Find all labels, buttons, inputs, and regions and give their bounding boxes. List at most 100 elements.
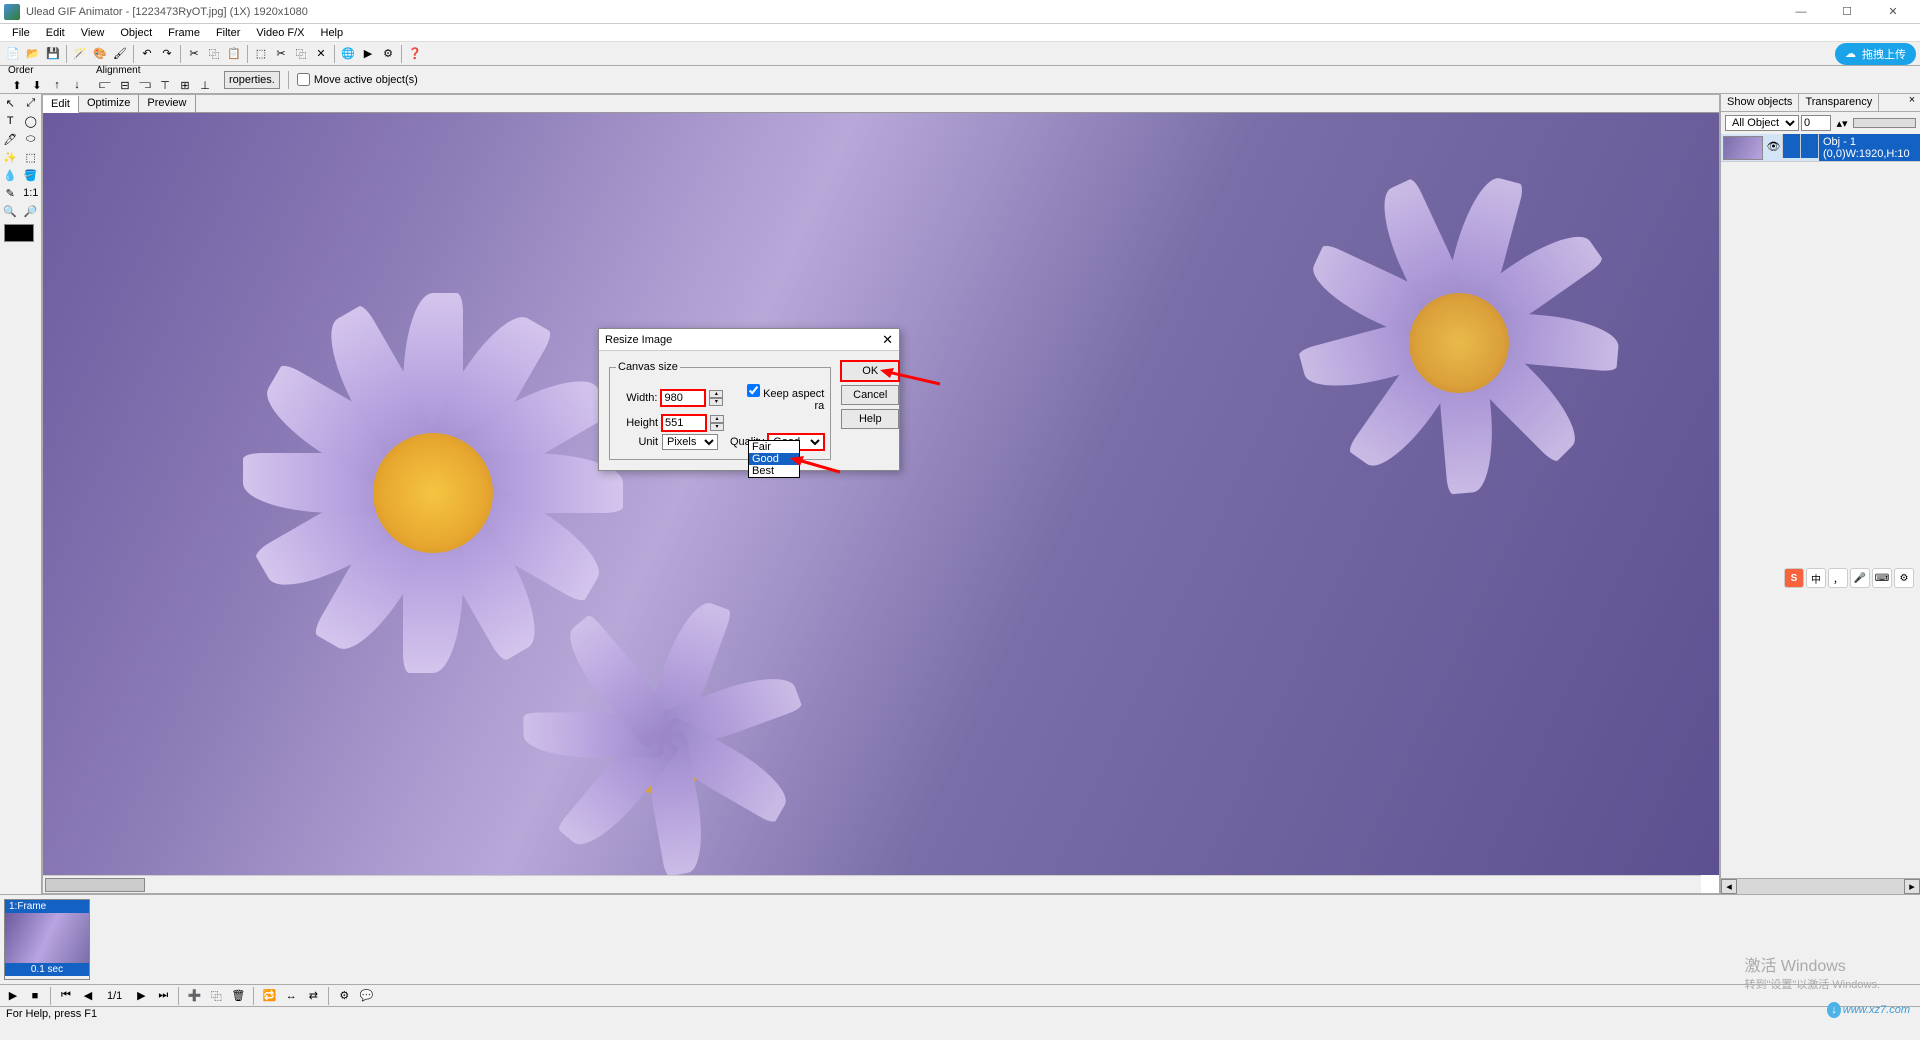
del-icon[interactable]: ✕ <box>312 45 330 63</box>
height-input[interactable] <box>662 415 706 431</box>
tab-optimize[interactable]: Optimize <box>79 95 139 112</box>
text-tool-icon[interactable]: T <box>0 112 21 130</box>
align-middle-icon[interactable]: ⊞ <box>176 76 194 94</box>
move-active-checkbox[interactable]: Move active object(s) <box>297 73 418 86</box>
object-item[interactable]: 👁 Obj - 1 (0,0)W:1920,H:10 <box>1721 134 1920 162</box>
paste-icon[interactable]: 📋 <box>225 45 243 63</box>
optimize-icon[interactable]: ⚙ <box>379 45 397 63</box>
comment-icon[interactable]: 💬 <box>357 987 375 1005</box>
add-frame-icon[interactable]: ➕ <box>185 987 203 1005</box>
cloud-upload-button[interactable]: ☁ 拖拽上传 <box>1835 43 1916 65</box>
help-button[interactable]: Help <box>841 409 899 429</box>
pencil-tool-icon[interactable]: ✎ <box>0 184 21 202</box>
tab-preview[interactable]: Preview <box>139 95 195 112</box>
help-icon[interactable]: ❓ <box>406 45 424 63</box>
trans-spinner-icon[interactable]: ▴▾ <box>1833 114 1851 132</box>
align-left-icon[interactable]: ⫍ <box>96 76 114 94</box>
foreground-color[interactable] <box>4 224 34 242</box>
backward-icon[interactable]: ↓ <box>68 76 86 94</box>
visibility-icon[interactable]: 👁 <box>1765 134 1783 158</box>
cancel-button[interactable]: Cancel <box>841 385 899 405</box>
menu-filter[interactable]: Filter <box>208 25 248 41</box>
save-icon[interactable]: 💾 <box>44 45 62 63</box>
lock-icon[interactable] <box>1783 134 1801 158</box>
menu-videofx[interactable]: Video F/X <box>248 25 312 41</box>
marquee-tool-icon[interactable]: ⬚ <box>21 148 42 166</box>
frame-props-icon[interactable]: ⚙ <box>335 987 353 1005</box>
reverse-icon[interactable]: ↔ <box>282 987 300 1005</box>
keep-aspect-checkbox[interactable]: Keep aspect ra <box>735 384 824 412</box>
redo-icon[interactable]: ↷ <box>158 45 176 63</box>
ime-lang-button[interactable]: 中 <box>1806 568 1826 588</box>
wizard-icon[interactable]: 🪄 <box>71 45 89 63</box>
crop-icon[interactable]: ✂ <box>272 45 290 63</box>
close-button[interactable]: ✕ <box>1870 0 1916 24</box>
lasso-tool-icon[interactable]: ⬭ <box>21 130 42 148</box>
align-bottom-icon[interactable]: ⊥ <box>196 76 214 94</box>
ime-voice-icon[interactable]: 🎤 <box>1850 568 1870 588</box>
paint-tool-icon[interactable]: 🖊 <box>0 130 21 148</box>
loop-icon[interactable]: 🔁 <box>260 987 278 1005</box>
ime-logo-icon[interactable]: S <box>1784 568 1804 588</box>
undo-icon[interactable]: ↶ <box>138 45 156 63</box>
move-tool-icon[interactable]: ⤢ <box>21 94 42 112</box>
align-top-icon[interactable]: ⊤ <box>156 76 174 94</box>
menu-frame[interactable]: Frame <box>160 25 208 41</box>
align-right-icon[interactable]: ⫎ <box>136 76 154 94</box>
width-input[interactable] <box>661 390 705 406</box>
shape-tool-icon[interactable]: ◯ <box>21 112 42 130</box>
dialog-close-icon[interactable]: ✕ <box>882 332 893 348</box>
properties-button[interactable]: roperties. <box>224 71 280 89</box>
prev-frame-icon[interactable]: ◀ <box>79 987 97 1005</box>
ime-settings-icon[interactable]: ⚙ <box>1894 568 1914 588</box>
maximize-button[interactable]: ☐ <box>1824 0 1870 24</box>
frame-item[interactable]: 1:Frame 0.1 sec <box>4 899 90 980</box>
canvas-h-scrollbar[interactable] <box>43 875 1701 893</box>
open-icon[interactable]: 📂 <box>24 45 42 63</box>
dup-frame-icon[interactable]: ⿻ <box>207 987 225 1005</box>
ok-button[interactable]: OK <box>841 361 899 381</box>
minimize-button[interactable]: — <box>1778 0 1824 24</box>
show-objects-tab[interactable]: Show objects <box>1721 94 1799 111</box>
unit-select[interactable]: Pixels <box>662 434 718 450</box>
link-icon[interactable] <box>1801 134 1819 158</box>
stop-icon[interactable]: ■ <box>26 987 44 1005</box>
wand-tool-icon[interactable]: ✨ <box>0 148 21 166</box>
align-center-icon[interactable]: ⊟ <box>116 76 134 94</box>
zoom-out-icon[interactable]: 🔎 <box>21 202 42 220</box>
menu-help[interactable]: Help <box>313 25 352 41</box>
copy-icon[interactable]: ⿻ <box>205 45 223 63</box>
panel-close-icon[interactable]: × <box>1904 94 1920 111</box>
width-spinner[interactable]: ▴▾ <box>709 390 723 406</box>
eyedrop-tool-icon[interactable]: 💧 <box>0 166 21 184</box>
brush-icon[interactable]: 🖌 <box>111 45 129 63</box>
send-back-icon[interactable]: ⬇ <box>28 76 46 94</box>
quality-option-best[interactable]: Best <box>749 465 799 477</box>
canvas-image[interactable] <box>43 113 1719 875</box>
pointer-tool-icon[interactable]: ↖ <box>0 94 21 112</box>
quality-option-good[interactable]: Good <box>749 453 799 465</box>
next-frame-icon[interactable]: ▶ <box>132 987 150 1005</box>
fill-tool-icon[interactable]: 🪣 <box>21 166 42 184</box>
ime-keyboard-icon[interactable]: ⌨ <box>1872 568 1892 588</box>
menu-edit[interactable]: Edit <box>38 25 73 41</box>
menu-object[interactable]: Object <box>112 25 160 41</box>
transparency-tab[interactable]: Transparency <box>1799 94 1879 111</box>
tab-edit[interactable]: Edit <box>43 96 79 113</box>
menu-view[interactable]: View <box>73 25 113 41</box>
zoom-in-icon[interactable]: 🔍 <box>0 202 21 220</box>
quality-dropdown[interactable]: Fair Good Best <box>748 440 800 478</box>
palette-icon[interactable]: 🎨 <box>91 45 109 63</box>
forward-icon[interactable]: ↑ <box>48 76 66 94</box>
tween-icon[interactable]: ⇄ <box>304 987 322 1005</box>
transparency-input[interactable] <box>1801 115 1831 131</box>
height-spinner[interactable]: ▴▾ <box>710 415 724 431</box>
transparency-slider[interactable] <box>1853 118 1916 128</box>
bring-front-icon[interactable]: ⬆ <box>8 76 26 94</box>
ime-punct-icon[interactable]: ， <box>1828 568 1848 588</box>
last-frame-icon[interactable]: ⏭ <box>154 987 172 1005</box>
quality-option-fair[interactable]: Fair <box>749 441 799 453</box>
dialog-titlebar[interactable]: Resize Image ✕ <box>599 329 899 351</box>
dup-icon[interactable]: ⿻ <box>292 45 310 63</box>
cut-icon[interactable]: ✂ <box>185 45 203 63</box>
